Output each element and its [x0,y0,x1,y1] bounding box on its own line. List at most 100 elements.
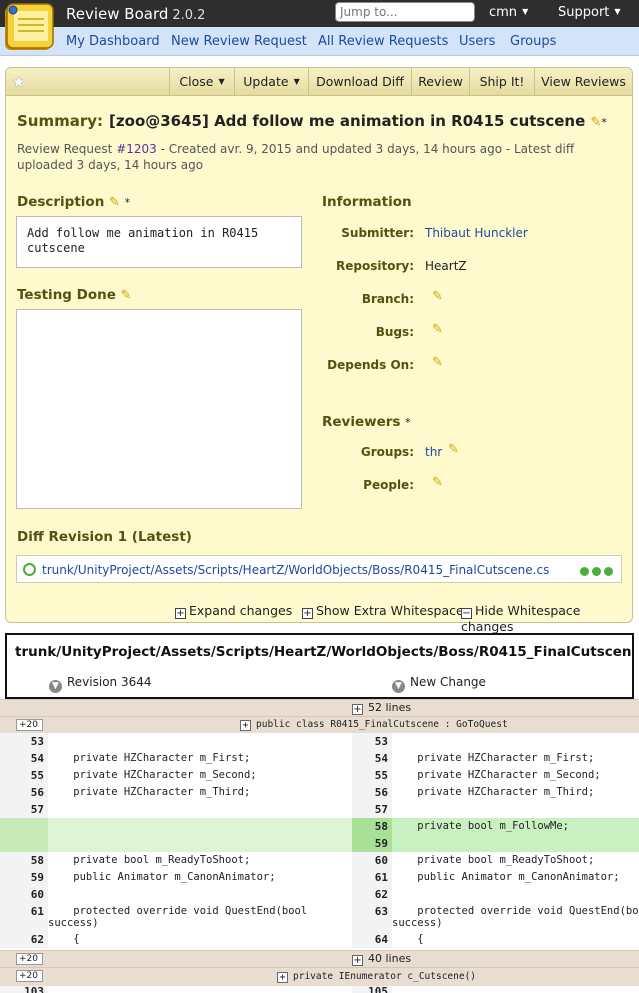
chunk-header[interactable]: + private IEnumerator c_Cutscene() [277,971,476,983]
chevron-down-icon: ▼ [293,77,300,86]
chevron-down-icon: ▼ [522,7,529,16]
nav-new-review-request[interactable]: New Review Request [171,34,307,49]
people-label: People: [363,478,414,492]
groups-value: thr [425,445,442,459]
testing-done-field[interactable] [16,309,302,509]
line-number: 103 [24,986,44,993]
submitter-link[interactable]: Thibaut Hunckler [425,226,528,240]
group-link[interactable]: thr [425,445,442,459]
repository-label: Repository: [336,259,414,273]
support-menu[interactable]: Support ▼ [558,5,621,20]
user-menu[interactable]: cmn ▼ [489,5,528,20]
code-line: private HZCharacter m_First; [48,752,251,764]
depends-on-label: Depends On: [327,358,414,372]
pencil-icon[interactable]: ✎ [121,288,132,303]
line-number: 63 [374,905,388,918]
code-line: private HZCharacter m_Third; [392,786,595,798]
plus-icon: + [352,955,363,966]
diff-file-link[interactable]: trunk/UnityProject/Assets/Scripts/HeartZ… [42,563,549,577]
code-line: private HZCharacter m_First; [392,752,595,764]
right-revision[interactable]: ▼ New Change [392,675,486,693]
view-reviews-button[interactable]: View Reviews [534,68,632,95]
chevron-down-icon: ▼ [614,7,621,16]
update-menu-button[interactable]: Update ▼ [234,68,308,95]
expand-changes-button[interactable]: + Expand changes [175,603,292,619]
nav-all-review-requests[interactable]: All Review Requests [318,34,448,49]
partial-row: 103 105 [0,986,639,993]
arrow-down-icon: ▼ [392,680,405,693]
diff-row: 61 protected override void QuestEnd(bool… [0,903,639,931]
diff-row: 58 private bool m_ReadyToShoot; 60 privat… [0,852,639,869]
review-board-logo-icon[interactable] [2,1,56,55]
review-request-id-link[interactable]: #1203 [116,142,157,156]
close-menu-button[interactable]: Close ▼ [169,68,234,95]
change-dots-icon [577,565,613,579]
submitter-value: Thibaut Hunckler [425,226,528,240]
code-line: private bool m_FollowMe; [392,820,570,832]
code-line: { [392,933,424,945]
chunk-header[interactable]: + public class R0415_FinalCutscene : GoTo… [240,719,508,731]
repository-value: HeartZ [425,259,467,273]
diff-row: 53 53 [0,733,639,750]
arrow-down-icon: ▼ [49,680,62,693]
top-bar: Review Board2.0.2 cmn▼ Support▼ [0,0,639,27]
collapsed-lines-row[interactable]: +20 +40 lines [0,950,639,967]
line-number: 55 [30,769,44,782]
pencil-icon[interactable]: ✎ [432,322,443,337]
nav-my-dashboard[interactable]: My Dashboard [66,34,160,49]
collapsed-lines-label: +40 lines [352,952,412,966]
pencil-icon[interactable]: ✎ [591,115,602,130]
pencil-icon[interactable]: ✎ [432,355,443,370]
left-gutter [0,835,352,852]
version: 2.0.2 [172,8,206,23]
line-number: 105 [368,986,388,993]
line-number: 62 [374,888,388,901]
pencil-icon[interactable]: ✎ [432,475,443,490]
expand-20-button[interactable]: +20 [16,970,43,982]
line-number: 62 [30,933,44,946]
review-request-box: ★ Close ▼ Update ▼ Download Diff Review Sh… [5,67,633,634]
jump-to-input[interactable] [335,2,475,22]
groups-label: Groups: [360,445,414,459]
nav-groups[interactable]: Groups [510,34,556,49]
diff-row: 60 62 [0,886,639,903]
pencil-icon[interactable]: ✎ [448,442,459,457]
ship-it-button[interactable]: Ship It! [469,68,534,95]
diff-file-entry: trunk/UnityProject/Assets/Scripts/HeartZ… [16,555,622,583]
plus-icon: + [240,720,251,731]
brand[interactable]: Review Board 2.0.2 [66,5,205,23]
required-asterisk: * [124,196,131,209]
line-number: 59 [30,871,44,884]
line-number: 61 [30,905,44,918]
left-revision[interactable]: ▼ Revision 3644 [49,675,152,693]
left-gutter [0,835,48,852]
description-field[interactable]: Add follow me animation in R0415 cutscen… [16,216,302,268]
diff-file-title: trunk/UnityProject/Assets/Scripts/HeartZ… [15,644,634,660]
expand-20-button[interactable]: +20 [16,953,43,965]
code-line: { [48,933,80,945]
nav-users[interactable]: Users [459,34,495,49]
action-bar: ★ Close ▼ Update ▼ Download Diff Review Sh… [6,68,632,96]
show-extra-whitespace-button[interactable]: + Show Extra Whitespace [302,603,464,619]
code-line: private HZCharacter m_Third; [48,786,251,798]
hide-whitespace-button[interactable]: − Hide Whitespace changes [461,603,632,634]
collapsed-lines-label: +52 lines [352,701,412,715]
star-icon[interactable]: ★ [12,73,25,91]
collapsed-lines-row[interactable]: +52 lines [0,699,639,716]
information-heading: Information [322,194,412,210]
code-line: protected override void QuestEnd(bool su… [48,905,308,929]
plus-icon: + [277,972,288,983]
review-request-info: Review Request #1203 - Created avr. 9, 2… [17,142,575,172]
submitter-label: Submitter: [341,226,414,240]
left-gutter [0,818,352,835]
insert-background [352,835,639,852]
expand-20-button[interactable]: +20 [16,719,43,731]
minus-icon: − [461,608,472,619]
download-diff-button[interactable]: Download Diff [308,68,411,95]
pencil-icon[interactable]: ✎ [109,195,120,210]
line-number: 58 [374,820,388,833]
diff-revision-heading: Diff Revision 1 (Latest) [17,529,192,545]
pencil-icon[interactable]: ✎ [432,289,443,304]
review-button[interactable]: Review [411,68,469,95]
left-gutter [0,818,48,835]
